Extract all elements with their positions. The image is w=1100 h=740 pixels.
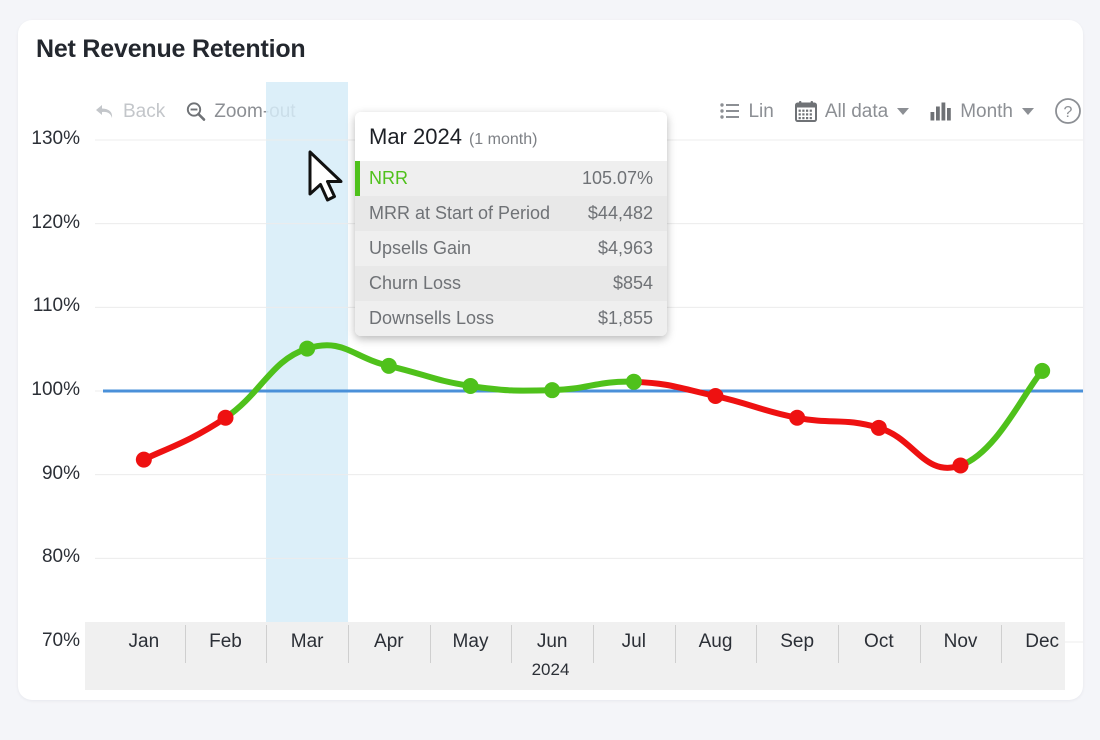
nrr-line-segment: [304, 342, 392, 369]
x-axis-tick: Mar: [290, 631, 324, 652]
x-axis-separator: [429, 625, 431, 663]
x-axis-tick: Apr: [374, 631, 404, 652]
data-tooltip: Mar 2024 (1 month) NRR 105.07% MRR at Star…: [355, 112, 667, 336]
x-axis-separator: [756, 625, 758, 663]
tooltip-row-label: Downsells Loss: [369, 308, 495, 328]
data-point[interactable]: [135, 451, 152, 468]
tooltip-header: Mar 2024 (1 month): [355, 112, 667, 161]
data-point[interactable]: [625, 373, 642, 390]
chart-page: Net Revenue Retention Back Zoom-out Lin …: [0, 0, 1100, 740]
x-axis-separator: [266, 625, 268, 663]
nrr-line-segment: [549, 378, 637, 394]
tooltip-row: Churn Loss $854: [355, 266, 667, 301]
x-axis-separator: [838, 625, 839, 663]
data-point[interactable]: [1034, 362, 1051, 379]
tooltip-row: MRR at Start of Period $44,482: [355, 196, 667, 231]
tooltip-row: Upsells Gain $4,963: [355, 231, 667, 266]
tooltip-row: NRR 105.07%: [355, 161, 667, 196]
nrr-line-segment: [875, 424, 964, 471]
tooltip-row-value: $854: [612, 273, 653, 293]
y-axis-tick: 130%: [31, 128, 80, 149]
x-axis-separator: [511, 625, 513, 663]
x-axis-separator: [348, 625, 349, 663]
tooltip-row: Downsells Loss $1,855: [355, 301, 667, 336]
data-point[interactable]: [380, 357, 397, 374]
y-axis-tick: 80%: [41, 546, 80, 568]
x-axis-separator: [593, 625, 594, 663]
x-axis-tick: Dec: [1025, 631, 1060, 652]
tooltip-row-value: $1,855: [597, 308, 653, 328]
chart-card: Net Revenue Retention Back Zoom-out Lin …: [18, 20, 1083, 700]
x-axis-tick: Oct: [864, 631, 894, 652]
tooltip-row-label: MRR at Start of Period: [369, 203, 551, 223]
data-point[interactable]: [952, 457, 969, 474]
y-axis-tick: 70%: [41, 630, 80, 651]
x-axis-separator: [919, 625, 921, 663]
nrr-line-segment: [712, 393, 801, 421]
x-axis-tick: Feb: [209, 631, 242, 652]
tooltip-row-label: Upsells Gain: [369, 238, 472, 258]
tooltip-row-label: Churn Loss: [369, 273, 462, 293]
data-point[interactable]: [870, 419, 887, 436]
x-axis-tick: Jul: [621, 631, 646, 652]
nrr-data-points: [135, 340, 1051, 474]
data-point[interactable]: [462, 377, 479, 394]
y-axis-tick: 100%: [31, 379, 80, 400]
x-axis-tick: Aug: [698, 631, 733, 652]
nrr-line-segment: [957, 367, 1046, 469]
y-axis-tick: 120%: [31, 211, 80, 233]
tooltip-row-value: 105.07%: [581, 168, 653, 188]
tooltip-row-label: NRR: [369, 168, 408, 188]
x-axis-tick: Jan: [128, 631, 160, 652]
x-axis-tick: Jun: [536, 631, 568, 652]
x-axis-tick: Sep: [780, 631, 815, 652]
data-point[interactable]: [544, 382, 561, 399]
data-point[interactable]: [217, 409, 234, 426]
tooltip-subtitle: (1 month): [468, 131, 538, 148]
data-point[interactable]: [789, 409, 806, 426]
nrr-line-segment: [794, 414, 882, 431]
tooltip-title: Mar 2024: [369, 124, 462, 149]
x-axis-separator: [674, 625, 676, 663]
nrr-line-segment: [140, 414, 229, 463]
x-axis-separator: [1001, 625, 1003, 663]
nrr-line-segment: [630, 378, 719, 400]
mouse-cursor-icon: [306, 150, 350, 213]
x-axis-separator: [184, 625, 186, 663]
nrr-line-segment: [222, 345, 311, 421]
nrr-line-segment: [385, 362, 474, 389]
tooltip-rows: NRR 105.07% MRR at Start of Period $44,482 U…: [355, 161, 667, 336]
tooltip-row-value: $44,482: [587, 203, 653, 223]
y-axis-tick: 90%: [41, 462, 80, 484]
y-axis-tick: 110%: [32, 295, 80, 317]
x-axis-year-label: 2024: [531, 660, 570, 679]
data-point[interactable]: [299, 340, 316, 357]
nrr-line-segment: [467, 382, 556, 394]
tooltip-row-value: $4,963: [597, 238, 653, 258]
nrr-line-segments: [140, 342, 1046, 471]
tooltip-series-accent: [355, 161, 360, 196]
x-axis-tick: May: [452, 631, 489, 652]
x-axis-tick: Nov: [943, 631, 978, 652]
data-point[interactable]: [707, 388, 724, 405]
